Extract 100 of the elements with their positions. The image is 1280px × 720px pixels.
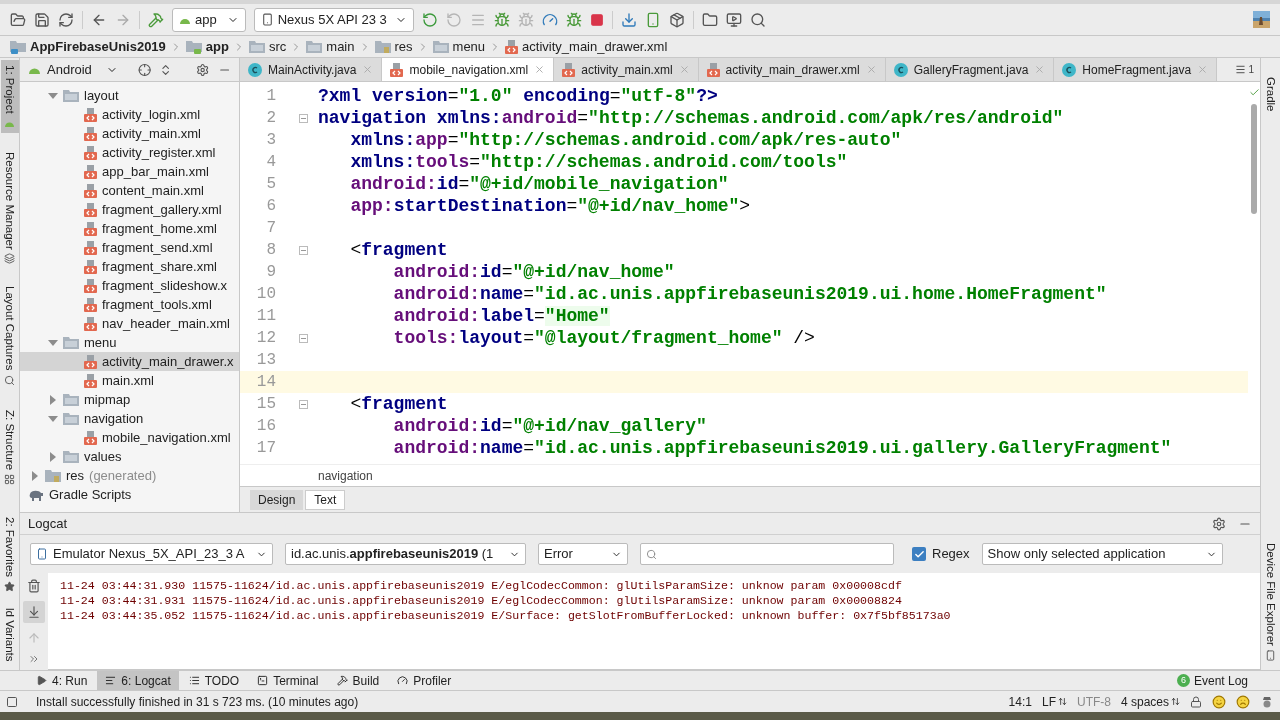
search-field[interactable]: [640, 543, 894, 565]
cursor-position[interactable]: 14:1: [1008, 692, 1032, 711]
breadcrumb-item[interactable]: AppFirebaseUnis2019: [10, 36, 166, 57]
process-dropdown[interactable]: id.ac.unis.appfirebaseunis2019 (1: [285, 543, 526, 565]
indent-selector[interactable]: 4 spaces: [1120, 692, 1180, 711]
filter-dropdown[interactable]: Show only selected application: [981, 543, 1223, 565]
tree-item[interactable]: fragment_gallery.xml: [20, 200, 239, 219]
regex-checkbox[interactable]: [912, 547, 926, 561]
lock-icon[interactable]: [1190, 695, 1202, 708]
event-log-tab[interactable]: 6 Event Log: [1176, 671, 1248, 690]
profile-icon[interactable]: [541, 11, 558, 28]
tool-window-tab[interactable]: 4: Run: [28, 670, 96, 691]
collapsed-arrow-icon[interactable]: [48, 394, 58, 405]
tool-window-tab[interactable]: Terminal: [249, 670, 327, 691]
tool-window-tab[interactable]: Device File Explorer: [1261, 538, 1280, 666]
debug-icon[interactable]: [493, 11, 510, 28]
tree-item[interactable]: activity_login.xml: [20, 105, 239, 124]
view-tab[interactable]: Design: [250, 489, 304, 510]
tool-window-tab[interactable]: 2: Favorites: [0, 511, 19, 597]
expanded-arrow-icon[interactable]: [48, 90, 58, 101]
locate-icon[interactable]: [137, 62, 152, 77]
tree-item[interactable]: activity_main_drawer.x: [20, 352, 239, 371]
close-icon[interactable]: [678, 64, 690, 75]
line-separator-selector[interactable]: LF: [1041, 692, 1067, 711]
tree-item[interactable]: fragment_send.xml: [20, 238, 239, 257]
tree-item[interactable]: fragment_home.xml: [20, 219, 239, 238]
breadcrumb-item[interactable]: activity_main_drawer.xml: [505, 36, 668, 57]
breadcrumb-item[interactable]: main: [306, 36, 355, 57]
tree-item[interactable]: fragment_tools.xml: [20, 295, 239, 314]
breadcrumb-item[interactable]: menu: [432, 36, 486, 57]
editor-tab[interactable]: mobile_navigation.xml: [382, 58, 555, 81]
hammer-icon[interactable]: [148, 11, 164, 28]
close-icon[interactable]: [534, 64, 546, 75]
tool-window-tab[interactable]: Resource Manager: [0, 146, 19, 270]
tree-item[interactable]: activity_register.xml: [20, 143, 239, 162]
save-icon[interactable]: [34, 11, 50, 28]
open-icon[interactable]: [10, 11, 26, 28]
close-icon[interactable]: [362, 64, 374, 75]
tree-item[interactable]: content_main.xml: [20, 181, 239, 200]
log-level-dropdown[interactable]: Error: [538, 543, 628, 565]
scrollbar-thumb[interactable]: [1251, 104, 1257, 214]
tree-item[interactable]: menu: [20, 333, 239, 352]
presentation-icon[interactable]: [725, 11, 742, 28]
expanded-arrow-icon[interactable]: [48, 413, 58, 424]
collapsed-arrow-icon[interactable]: [30, 470, 40, 481]
tool-window-tab[interactable]: Z: Structure: [0, 404, 19, 490]
collapsed-arrow-icon[interactable]: [48, 451, 58, 462]
frown-icon[interactable]: [1236, 694, 1250, 709]
search-icon[interactable]: [749, 11, 766, 28]
breadcrumb-item[interactable]: res: [374, 36, 413, 57]
tree-item[interactable]: mipmap: [20, 390, 239, 409]
close-icon[interactable]: [1034, 64, 1046, 75]
fold-icon[interactable]: [298, 245, 308, 255]
tool-window-tab[interactable]: TODO: [180, 670, 248, 691]
fold-icon[interactable]: [298, 333, 308, 343]
tool-window-tab[interactable]: Build: [328, 670, 388, 691]
stop-icon[interactable]: [589, 12, 604, 27]
tree-item[interactable]: fragment_slideshow.x: [20, 276, 239, 295]
tree-item[interactable]: mobile_navigation.xml: [20, 428, 239, 447]
run-configuration-dropdown[interactable]: app: [172, 7, 246, 32]
tree-item[interactable]: Gradle Scripts: [20, 485, 239, 504]
tool-window-tab[interactable]: 1: Project: [0, 60, 19, 133]
close-icon[interactable]: [1197, 64, 1209, 75]
device-dropdown[interactable]: Emulator Nexus_5X_API_23_3 A: [30, 543, 273, 565]
expanded-arrow-icon[interactable]: [48, 337, 58, 348]
tag-breadcrumb[interactable]: navigation: [318, 466, 373, 485]
sync-icon[interactable]: [58, 11, 74, 28]
view-tab[interactable]: Text: [305, 489, 346, 510]
breadcrumb-item[interactable]: app: [185, 36, 229, 57]
tool-window-tab[interactable]: Profiler: [389, 670, 460, 691]
editor-tab[interactable]: GalleryFragment.java: [885, 58, 1055, 81]
breadcrumb-item[interactable]: src: [248, 36, 287, 57]
up-icon[interactable]: [27, 631, 41, 645]
tab-list-button[interactable]: 1: [1229, 58, 1260, 81]
tree-item[interactable]: nav_header_main.xml: [20, 314, 239, 333]
tool-windows-icon[interactable]: [6, 695, 18, 708]
editor-tab[interactable]: HomeFragment.java: [1054, 58, 1218, 81]
tree-item[interactable]: values: [20, 447, 239, 466]
editor-tab[interactable]: activity_main.xml: [554, 58, 699, 81]
tool-window-tab[interactable]: 6: Logcat: [97, 670, 179, 691]
tree-item[interactable]: fragment_share.xml: [20, 257, 239, 276]
bug-icon[interactable]: [565, 11, 582, 28]
tool-window-tab[interactable]: Gradle: [1261, 72, 1280, 117]
tree-item[interactable]: layout: [20, 86, 239, 105]
editor-tab[interactable]: MainActivity.java: [240, 58, 383, 81]
settings-icon[interactable]: [196, 62, 210, 77]
trash-icon[interactable]: [27, 579, 41, 593]
more-icon[interactable]: [28, 653, 40, 665]
settings-icon[interactable]: [1212, 516, 1226, 531]
scroll-to-end-icon[interactable]: [27, 605, 41, 619]
tree-item[interactable]: res (generated): [20, 466, 239, 485]
smile-icon[interactable]: [1212, 694, 1226, 709]
tool-window-tab[interactable]: ld Variants: [0, 602, 19, 667]
editor-tab[interactable]: activity_main_drawer.xml: [698, 58, 886, 81]
close-icon[interactable]: [865, 64, 877, 75]
rerun-icon[interactable]: [421, 11, 438, 28]
tree-item[interactable]: main.xml: [20, 371, 239, 390]
tree-item[interactable]: app_bar_main.xml: [20, 162, 239, 181]
tool-window-tab[interactable]: Layout Captures: [0, 281, 19, 391]
fold-icon[interactable]: [298, 113, 308, 123]
